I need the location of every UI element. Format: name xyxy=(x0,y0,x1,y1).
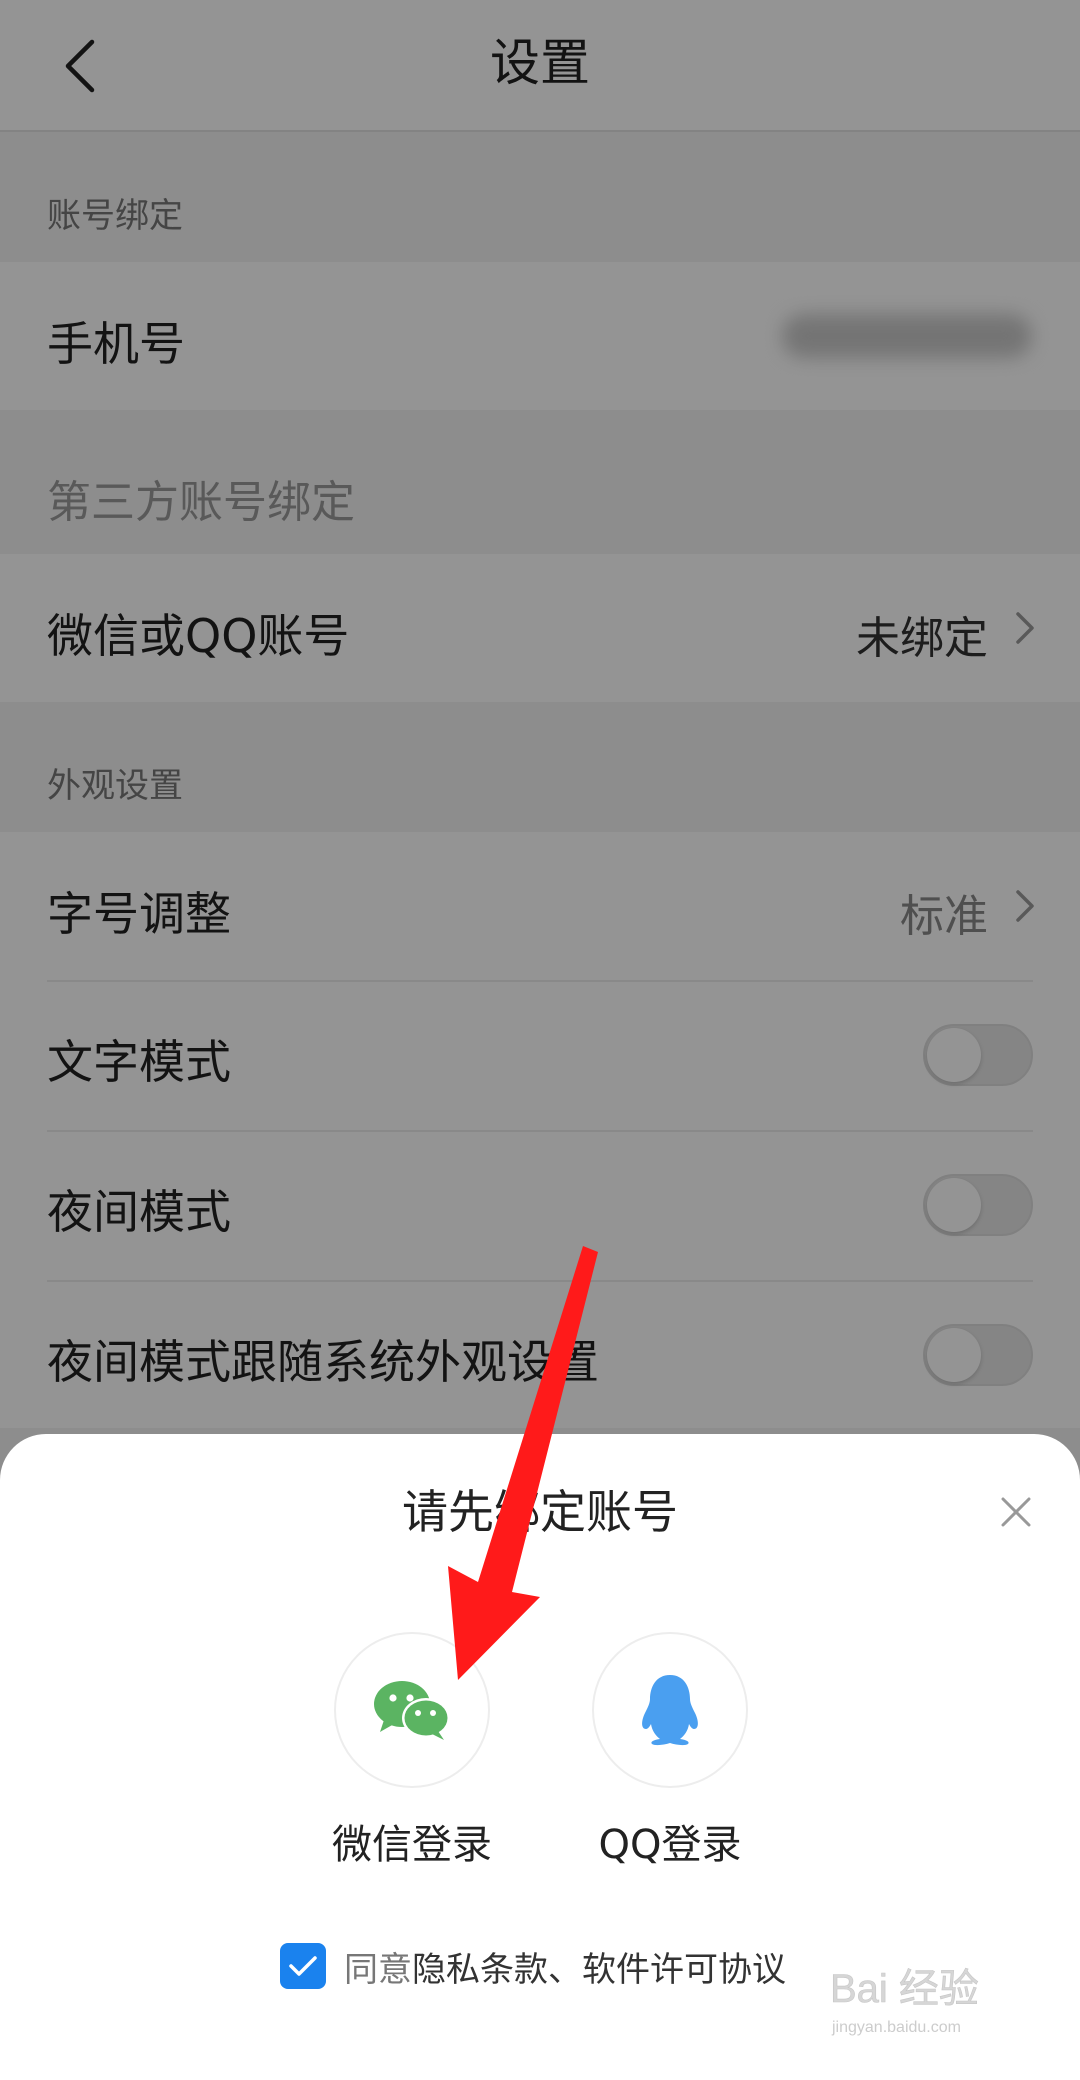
wechat-login-label: 微信登录 xyxy=(332,1822,492,1868)
watermark-url: jingyan.baidu.com xyxy=(831,2019,961,2036)
wechat-login-option[interactable]: 微信登录 xyxy=(322,1632,502,1870)
qq-penguin-icon xyxy=(642,1675,698,1746)
agreement-text: 同意隐私条款、软件许可协议 xyxy=(344,1942,786,1991)
baidu-jingyan-watermark: Bai 经验 jingyan.baidu.com xyxy=(830,1967,979,2036)
watermark-logo: Bai 经验 xyxy=(830,1967,979,2011)
agree-prefix: 同意 xyxy=(344,1949,412,1990)
qq-login-label: QQ登录 xyxy=(598,1822,742,1868)
agree-checkbox[interactable] xyxy=(280,1943,326,1989)
close-icon xyxy=(1001,1497,1031,1527)
sheet-title: 请先绑定账号 xyxy=(402,1485,678,1539)
agreement-links[interactable]: 隐私条款、软件许可协议 xyxy=(412,1950,786,1990)
close-button[interactable] xyxy=(988,1484,1044,1540)
check-icon xyxy=(289,1956,317,1976)
qq-login-option[interactable]: QQ登录 xyxy=(580,1632,760,1870)
wechat-icon xyxy=(374,1681,450,1740)
wechat-login-button[interactable] xyxy=(334,1632,490,1788)
agreement-row: 同意隐私条款、软件许可协议 xyxy=(280,1938,786,1994)
qq-login-button[interactable] xyxy=(592,1632,748,1788)
